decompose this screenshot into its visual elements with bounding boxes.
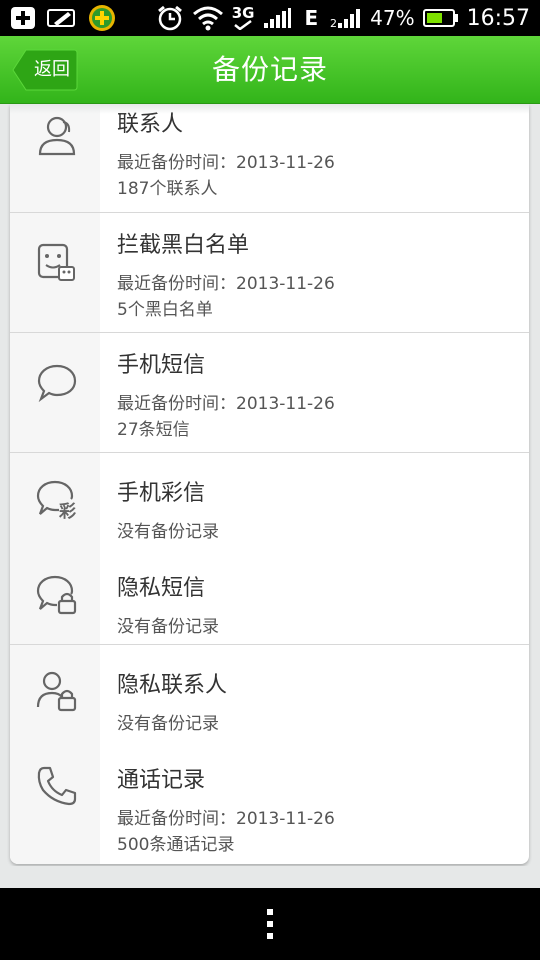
list-item-private-contacts[interactable]: 隐私联系人 没有备份记录	[10, 645, 529, 740]
private-sms-icon	[35, 572, 79, 616]
edit-notification-icon	[46, 6, 78, 30]
contacts-icon	[35, 114, 79, 158]
signal-3g-icon: 3G	[231, 4, 255, 30]
item-title: 隐私联系人	[117, 673, 228, 698]
sms-bubble-icon	[35, 361, 79, 405]
signal-icon: 2	[330, 7, 362, 29]
signal-icon	[262, 7, 292, 29]
card-top-fade	[10, 104, 529, 114]
wifi-icon	[192, 5, 224, 31]
plus-notification-icon	[10, 6, 36, 30]
item-title: 拦截黑白名单	[117, 233, 250, 258]
battery-percent: 47%	[370, 6, 415, 30]
item-count: 500条通话记录	[117, 835, 235, 855]
item-title: 手机短信	[117, 353, 206, 378]
item-count: 187个联系人	[117, 179, 218, 199]
list-item-sms[interactable]: 手机短信 最近备份时间：2013-11-26 27条短信	[10, 333, 529, 452]
network-3g-label: 3G	[231, 4, 255, 22]
private-contact-icon	[35, 669, 79, 713]
item-backup-time: 最近备份时间：2013-11-26	[117, 394, 335, 414]
title-bar: 返回 备份记录	[0, 36, 540, 104]
backup-record-list: 联系人 最近备份时间：2013-11-26 187个联系人 拦截黑白名单 最近备…	[10, 104, 529, 864]
item-count: 5个黑白名单	[117, 300, 213, 320]
item-title: 通话记录	[117, 768, 206, 793]
phone-icon	[35, 764, 79, 808]
item-title: 隐私短信	[117, 576, 206, 601]
item-backup-time: 最近备份时间：2013-11-26	[117, 274, 335, 294]
list-item-contacts[interactable]: 联系人 最近备份时间：2013-11-26 187个联系人	[10, 104, 529, 212]
alarm-icon	[156, 4, 184, 32]
item-backup-status: 没有备份记录	[117, 617, 219, 637]
page-background	[0, 866, 540, 888]
item-backup-time: 最近备份时间：2013-11-26	[117, 153, 335, 173]
clock-time: 16:57	[466, 5, 530, 31]
list-item-private-sms[interactable]: 隐私短信 没有备份记录	[10, 548, 529, 644]
page-title: 备份记录	[211, 53, 328, 86]
item-count: 27条短信	[117, 420, 190, 440]
block-list-icon	[35, 241, 79, 285]
mms-icon-glyph: 彩	[58, 502, 76, 521]
list-item-block-list[interactable]: 拦截黑白名单 最近备份时间：2013-11-26 5个黑白名单	[10, 213, 529, 332]
overflow-menu-icon[interactable]	[264, 908, 276, 940]
status-bar: 3G E 2 47% 16:57	[0, 0, 540, 36]
svg-text:2: 2	[330, 17, 337, 29]
mms-bubble-icon: 彩	[35, 477, 79, 521]
item-title: 手机彩信	[117, 481, 206, 506]
item-backup-status: 没有备份记录	[117, 714, 219, 734]
list-item-mms[interactable]: 彩 手机彩信 没有备份记录	[10, 453, 529, 548]
item-backup-time: 最近备份时间：2013-11-26	[117, 809, 335, 829]
network-e-label: E	[304, 6, 319, 30]
list-item-call-log[interactable]: 通话记录 最近备份时间：2013-11-26 500条通话记录	[10, 740, 529, 860]
app-notification-icon	[88, 4, 116, 32]
battery-icon	[422, 8, 459, 28]
item-backup-status: 没有备份记录	[117, 522, 219, 542]
